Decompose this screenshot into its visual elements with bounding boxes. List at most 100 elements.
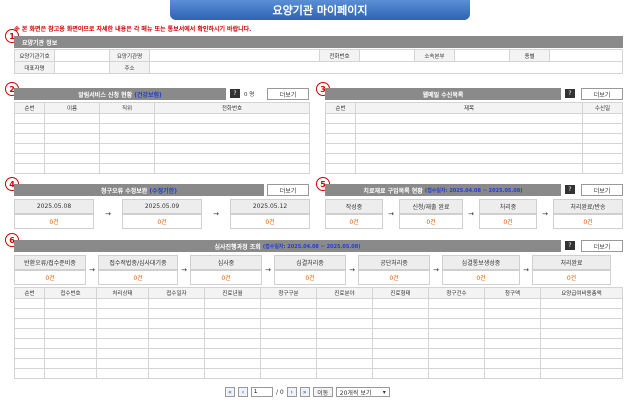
review-title: 심사진행과정 조회	[214, 243, 261, 251]
doc-col: 수신일	[582, 102, 623, 114]
alarm-table: 순번 이름 직위 전화번호	[14, 102, 310, 174]
chevron-down-icon: ▾	[382, 388, 386, 396]
table-row	[325, 143, 623, 154]
alarm-more-button[interactable]: 더보기	[267, 88, 309, 100]
arrow-icon: →	[265, 266, 271, 274]
error-more-button[interactable]: 더보기	[267, 184, 309, 196]
review-col: 접수번호	[44, 287, 97, 299]
review-step-3: 심사중	[190, 255, 262, 270]
review-step-2: 접수적법중/심사대기중	[98, 255, 178, 270]
info-table: 요양기관기호 요양기관명 전화번호 소속본부 종별 대표자명 주소	[14, 49, 623, 74]
review-more-button[interactable]: 더보기	[581, 240, 623, 252]
info-value-phone	[359, 49, 415, 62]
review-value-6[interactable]: 0건	[442, 270, 520, 285]
review-value-4[interactable]: 0건	[274, 270, 346, 285]
treatment-more-button[interactable]: 더보기	[581, 184, 623, 196]
treatment-value-4[interactable]: 0건	[553, 214, 623, 229]
arrow-icon: →	[89, 266, 95, 274]
review-col: 청구건수	[428, 287, 485, 299]
error-title-sub: (수정기한)	[149, 187, 177, 195]
doc-table: 순번 제목 수신일	[325, 102, 623, 174]
error-value-2[interactable]: 0건	[122, 214, 202, 229]
error-header: 청구오류 수정보완 (수정기한)	[14, 184, 264, 196]
review-steps: 반환오류/접수준비중 0건 → 접수적법중/심사대기중 0건 → 심사중 0건 …	[14, 255, 623, 285]
treatment-title-sub: (접수일자: 2025.04.08 ~ 2025.05.08)	[424, 187, 523, 194]
table-row	[14, 308, 623, 319]
table-row	[325, 113, 623, 124]
review-col: 진료분야	[316, 287, 373, 299]
table-row	[325, 123, 623, 134]
page-total: / 0	[276, 388, 284, 396]
review-value-2[interactable]: 0건	[98, 270, 178, 285]
last-page-button[interactable]: »	[299, 387, 310, 397]
info-label-type: 종별	[509, 49, 550, 62]
first-page-button[interactable]: «	[225, 387, 235, 397]
doc-header: 웹메일 수신목록	[325, 88, 561, 100]
table-row	[14, 113, 310, 124]
table-row	[14, 298, 623, 309]
review-value-3[interactable]: 0건	[190, 270, 262, 285]
treatment-value-3[interactable]: 0건	[479, 214, 537, 229]
review-col: 순번	[14, 287, 45, 299]
treatment-value-2[interactable]: 0건	[399, 214, 463, 229]
doc-help-button[interactable]: ?	[565, 89, 575, 98]
review-col: 처리상태	[96, 287, 149, 299]
alarm-title: 알림서비스 신청 현황	[78, 91, 133, 99]
error-title: 청구오류 수정보완	[101, 187, 148, 195]
doc-col: 제목	[355, 102, 583, 114]
treatment-value-1[interactable]: 0건	[325, 214, 383, 229]
error-value-3[interactable]: 0건	[230, 214, 310, 229]
error-value-1[interactable]: 0건	[14, 214, 94, 229]
review-col: 접수일자	[148, 287, 205, 299]
review-col: 청구구분	[260, 287, 317, 299]
review-value-5[interactable]: 0건	[358, 270, 430, 285]
alarm-header: 알림서비스 신청 현황 (건강보험)	[14, 88, 226, 100]
alarm-help-button[interactable]: ?	[230, 89, 240, 98]
info-label-phone: 전화번호	[319, 49, 360, 62]
info-label-rep: 대표자명	[14, 61, 55, 74]
go-button[interactable]: 이동	[312, 387, 333, 397]
arrow-icon: →	[433, 266, 439, 274]
review-value-7[interactable]: 0건	[532, 270, 611, 285]
doc-col: 순번	[325, 102, 356, 114]
per-page-select[interactable]: 20개씩 보기 ▾	[335, 387, 390, 397]
info-value-branch	[454, 49, 510, 62]
table-row	[325, 153, 623, 164]
table-row	[325, 163, 623, 174]
review-step-5: 공단처리중	[358, 255, 430, 270]
next-page-button[interactable]: ›	[286, 387, 297, 397]
table-row	[14, 163, 310, 174]
arrow-icon: →	[213, 210, 219, 218]
doc-more-button[interactable]: 더보기	[581, 88, 623, 100]
treatment-title: 치료재료 구입목록 현황	[363, 187, 423, 195]
treatment-help-button[interactable]: ?	[565, 185, 575, 194]
info-value-code	[54, 49, 110, 62]
info-label-branch: 소속본부	[414, 49, 455, 62]
table-row	[14, 318, 623, 329]
info-value-address	[149, 61, 623, 74]
table-row	[14, 153, 310, 164]
error-date-1: 2025.05.08	[14, 199, 94, 214]
prev-page-button[interactable]: ‹	[238, 387, 248, 397]
table-row	[14, 123, 310, 134]
arrow-icon: →	[181, 266, 187, 274]
info-value-rep	[54, 61, 110, 74]
table-row	[14, 338, 623, 349]
arrow-icon: →	[468, 210, 474, 218]
review-col: 진료형태	[372, 287, 429, 299]
treatment-step-3: 처리중	[479, 199, 537, 214]
treatment-steps: 작성중 0건 → 신청/재출 완료 0건 → 처리중 0건 → 처리완료/반송 …	[325, 199, 623, 229]
info-label-code: 요양기관기호	[14, 49, 55, 62]
pager: « ‹ / 0 › » 이동 20개씩 보기 ▾	[225, 387, 390, 397]
review-value-1[interactable]: 0건	[14, 270, 86, 285]
review-help-button[interactable]: ?	[565, 241, 575, 250]
review-header: 심사진행과정 조회 (접수일자: 2025.04.08 ~ 2025.05.08…	[14, 240, 561, 252]
page-input[interactable]	[251, 387, 273, 397]
treatment-step-2: 신청/재출 완료	[399, 199, 463, 214]
review-col: 청구액	[484, 287, 541, 299]
review-col: 진료년월	[204, 287, 261, 299]
error-date-3: 2025.05.12	[230, 199, 310, 214]
alarm-count: 0 명	[244, 92, 255, 98]
treatment-step-1: 작성중	[325, 199, 383, 214]
table-row	[325, 133, 623, 144]
